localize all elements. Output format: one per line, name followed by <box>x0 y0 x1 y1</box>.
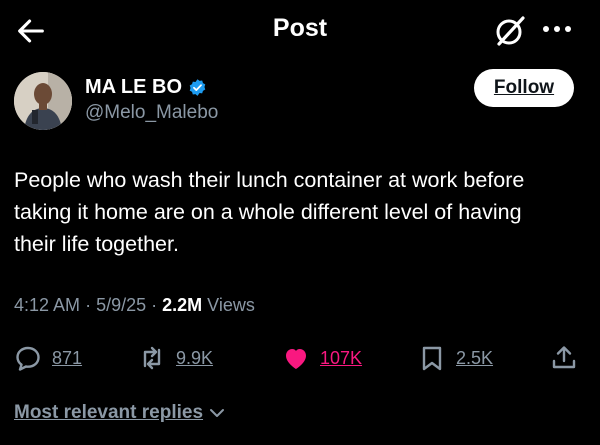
tweet-meta: 4:12 AM · 5/9/25 · 2.2M Views <box>14 295 255 316</box>
repost-icon <box>143 346 161 370</box>
tweet-line: their life together. <box>14 232 179 256</box>
more-dots-icon <box>543 26 571 32</box>
separator-dot: · <box>85 295 97 315</box>
separator-dot: · <box>151 295 163 315</box>
replies-sort-dropdown[interactable]: Most relevant replies <box>14 402 227 424</box>
tweet-line: People who wash their lunch container at… <box>14 168 525 192</box>
views-count: 2.2M <box>162 295 203 315</box>
author-name-text: MA LE BO <box>85 76 183 98</box>
bookmark-count: 2.5K <box>456 347 494 368</box>
bookmark-button[interactable]: 2.5K <box>418 338 493 378</box>
tweet-time[interactable]: 4:12 AM <box>14 295 80 315</box>
bookmark-icon <box>422 346 442 371</box>
grok-icon <box>496 16 525 46</box>
author-handle[interactable]: @Melo_Malebo <box>85 102 218 124</box>
repost-button[interactable]: 9.9K <box>138 338 213 378</box>
reply-count: 871 <box>52 347 83 368</box>
action-bar: 871 9.9K 107K 2.5K <box>0 338 600 378</box>
views-label: Views <box>207 295 255 315</box>
tweet-text: People who wash their lunch container at… <box>14 164 584 260</box>
heart-icon <box>286 349 306 369</box>
top-bar: Post <box>0 0 600 58</box>
reply-icon <box>16 346 40 371</box>
more-options-button[interactable] <box>540 16 574 42</box>
tweet-line: taking it home are on a whole different … <box>14 200 522 224</box>
author-name[interactable]: MA LE BO <box>85 76 207 99</box>
follow-button[interactable]: Follow <box>474 69 574 107</box>
tweet-date[interactable]: 5/9/25 <box>96 295 146 315</box>
reply-button[interactable]: 871 <box>14 338 82 378</box>
avatar[interactable] <box>14 72 72 130</box>
like-count: 107K <box>320 347 363 368</box>
share-button[interactable] <box>550 338 578 378</box>
share-icon <box>552 346 576 369</box>
chevron-down-icon <box>210 409 225 417</box>
replies-sort-label: Most relevant replies <box>14 402 204 423</box>
repost-count: 9.9K <box>176 347 214 368</box>
profile-photo <box>14 72 72 130</box>
like-button[interactable]: 107K <box>282 338 362 378</box>
verified-badge-icon <box>188 78 207 97</box>
grok-button[interactable] <box>492 13 528 49</box>
